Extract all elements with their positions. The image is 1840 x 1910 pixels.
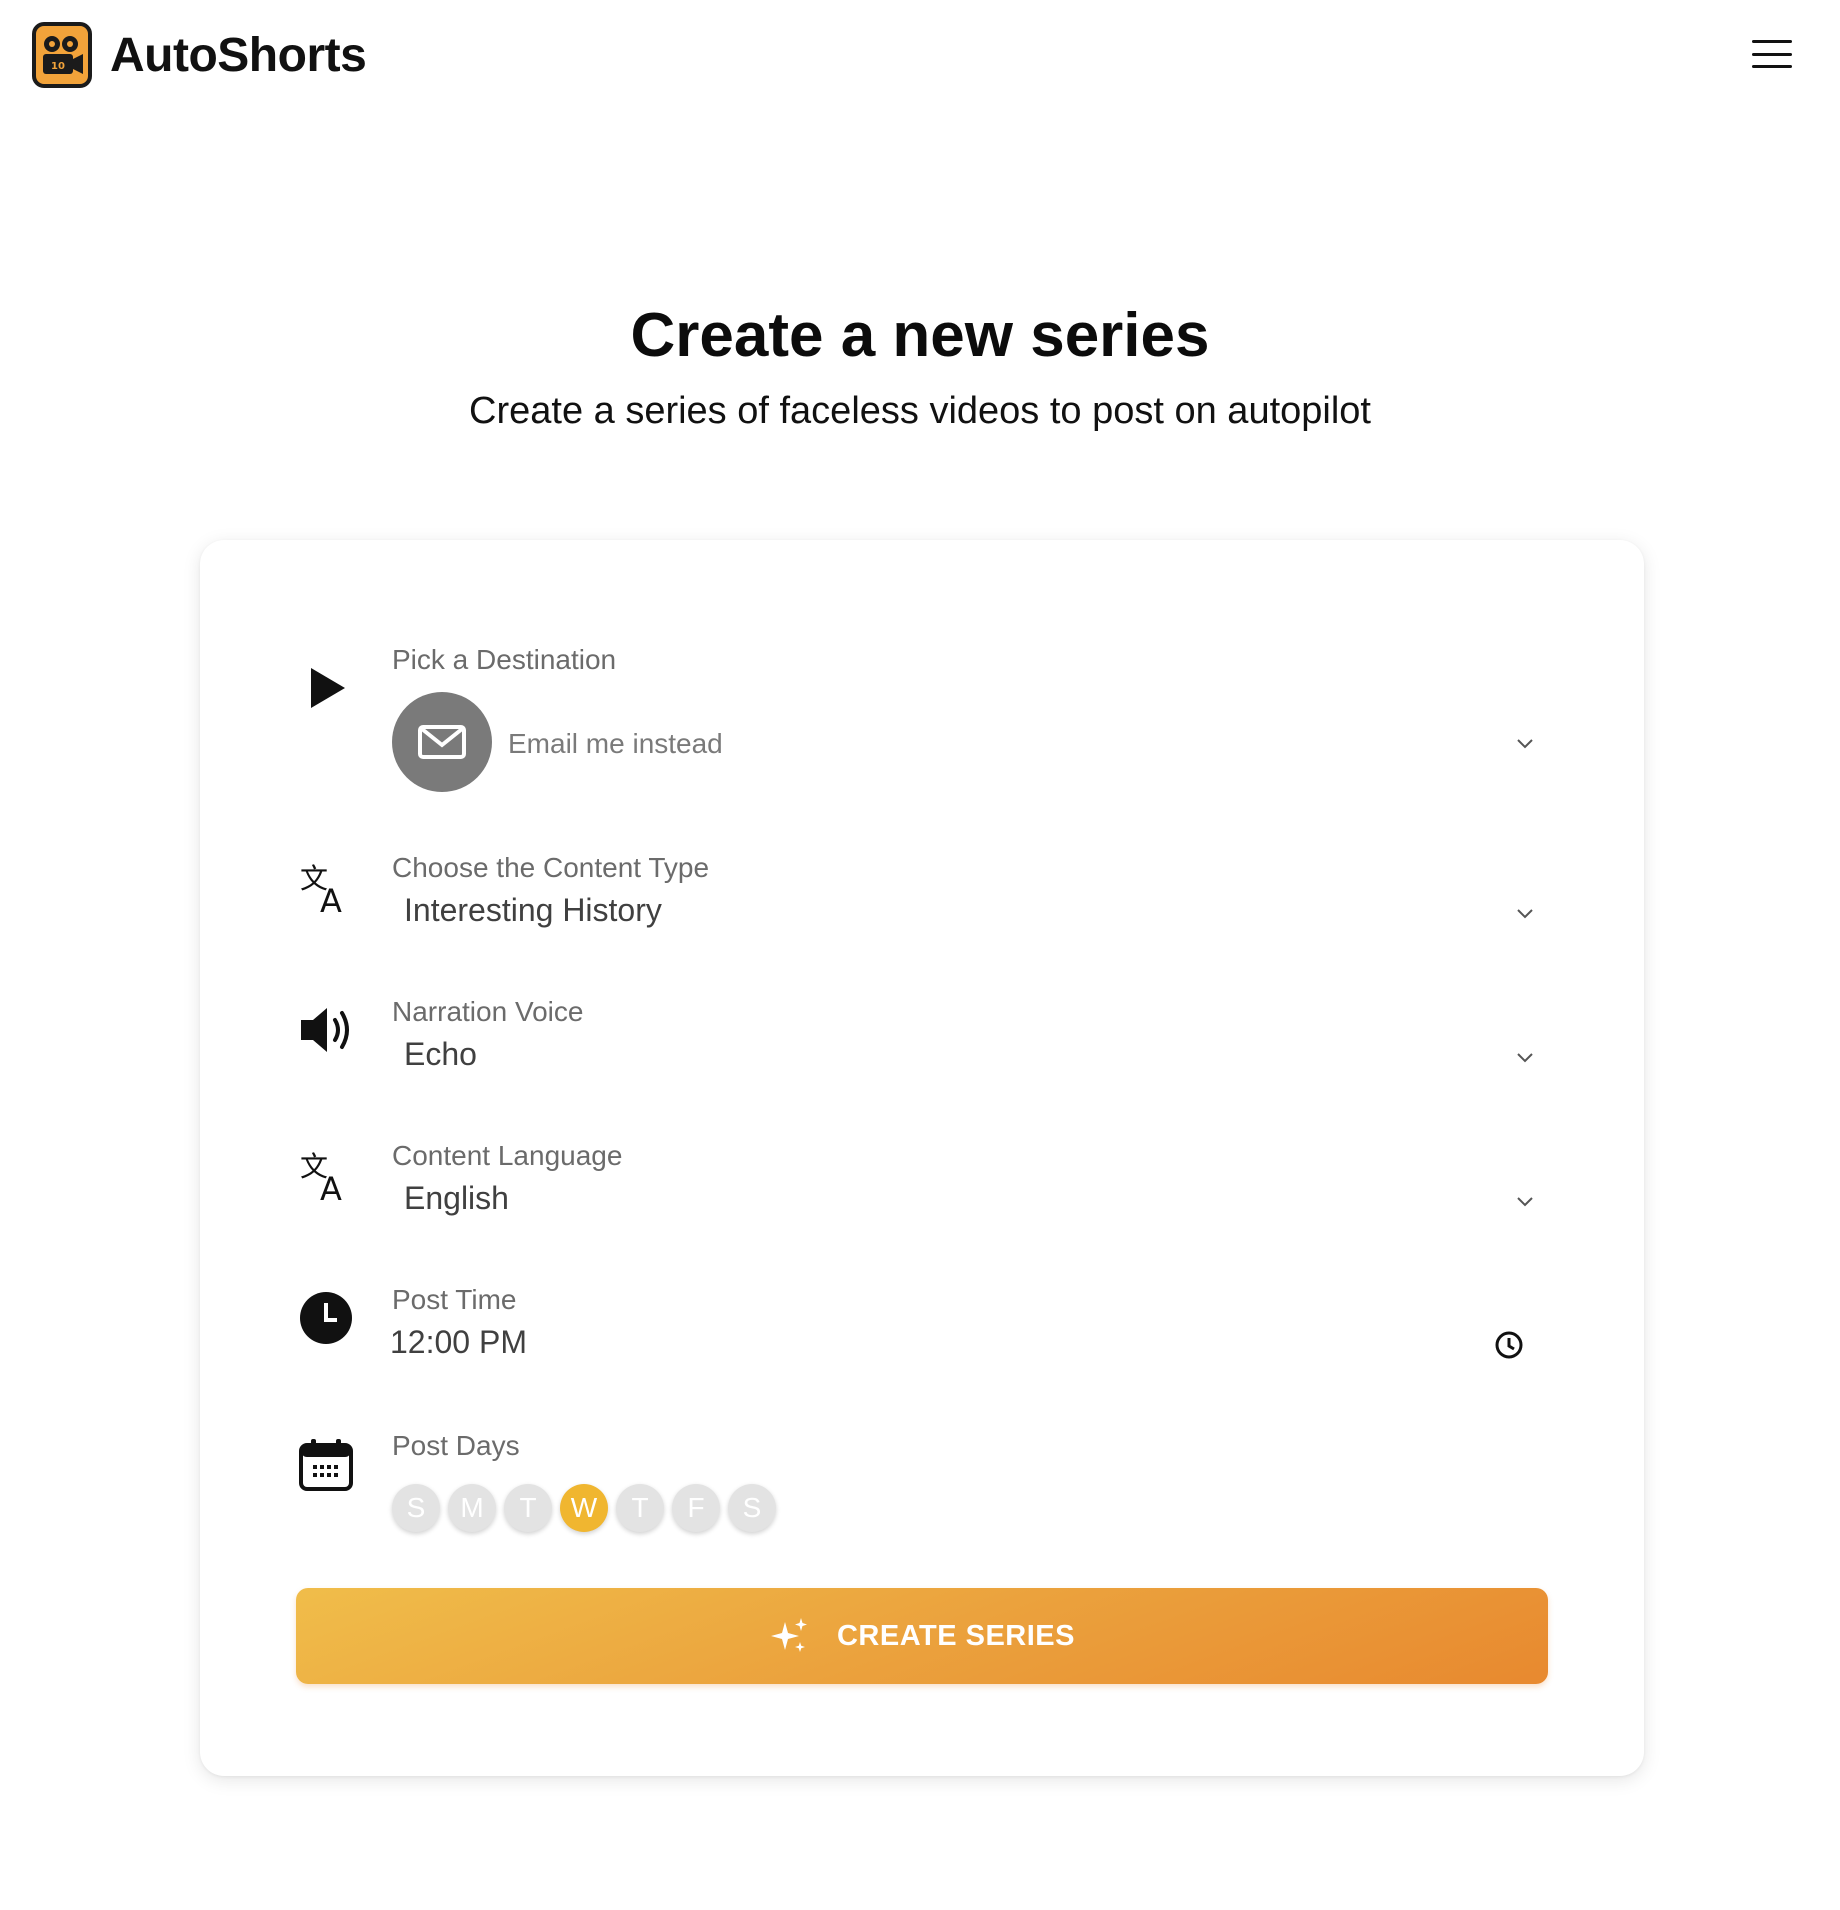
mail-icon bbox=[418, 725, 466, 759]
translate-icon: 文 A bbox=[296, 856, 356, 916]
page-subtitle: Create a series of faceless videos to po… bbox=[469, 390, 1371, 432]
content-language-label: Content Language bbox=[392, 1140, 623, 1171]
content-language-value: English bbox=[404, 1180, 509, 1216]
post-days-label: Post Days bbox=[392, 1430, 520, 1461]
sparkles-icon bbox=[770, 1618, 807, 1652]
day-toggle-saturday[interactable]: S bbox=[728, 1484, 776, 1532]
logo-film-camera-icon: 10 bbox=[32, 22, 92, 88]
day-toggle-friday[interactable]: F bbox=[672, 1484, 720, 1532]
narration-voice-value: Echo bbox=[404, 1036, 477, 1072]
time-picker-clock-icon[interactable] bbox=[1494, 1330, 1524, 1360]
speaker-icon bbox=[296, 1000, 356, 1060]
post-time-value[interactable]: 12:00 PM bbox=[390, 1324, 527, 1361]
day-toggle-monday[interactable]: M bbox=[448, 1484, 496, 1532]
day-toggle-wednesday[interactable]: W bbox=[560, 1484, 608, 1532]
narration-voice-field[interactable]: Narration Voice Echo bbox=[296, 996, 1548, 1086]
translate-icon: 文 A bbox=[296, 1144, 356, 1204]
clock-icon bbox=[296, 1288, 356, 1348]
email-destination-avatar bbox=[392, 692, 492, 792]
chevron-down-icon[interactable] bbox=[1514, 732, 1536, 754]
svg-text:A: A bbox=[320, 882, 342, 914]
chevron-down-icon[interactable] bbox=[1514, 902, 1536, 924]
post-days-selector: S M T W T F S bbox=[392, 1484, 776, 1532]
brand[interactable]: 10 AutoShorts bbox=[32, 22, 367, 88]
destination-label: Pick a Destination bbox=[392, 644, 617, 675]
day-toggle-tuesday[interactable]: T bbox=[504, 1484, 552, 1532]
create-series-card: Pick a Destination Email me instead 文 A … bbox=[200, 540, 1644, 1776]
post-time-label: Post Time bbox=[392, 1284, 517, 1315]
svg-text:A: A bbox=[320, 1170, 342, 1202]
content-type-label: Choose the Content Type bbox=[392, 852, 710, 883]
content-type-value: Interesting History bbox=[404, 892, 662, 928]
destination-value: Email me instead bbox=[508, 728, 723, 759]
destination-field[interactable]: Pick a Destination Email me instead bbox=[296, 644, 1548, 804]
post-time-field[interactable]: Post Time 12:00 PM bbox=[296, 1284, 1548, 1374]
menu-icon[interactable] bbox=[1752, 40, 1792, 68]
create-series-label: CREATE SERIES bbox=[836, 1619, 1075, 1652]
narration-voice-label: Narration Voice bbox=[392, 996, 584, 1027]
day-toggle-thursday[interactable]: T bbox=[616, 1484, 664, 1532]
content-language-field[interactable]: 文 A Content Language English bbox=[296, 1140, 1548, 1230]
day-toggle-sunday[interactable]: S bbox=[392, 1484, 440, 1532]
create-series-button[interactable]: CREATE SERIES bbox=[296, 1588, 1548, 1684]
post-days-field: Post Days S M T W T F S bbox=[296, 1430, 1548, 1540]
chevron-down-icon[interactable] bbox=[1514, 1046, 1536, 1068]
svg-text:10: 10 bbox=[51, 61, 65, 72]
page: 10 AutoShorts Create a new series Create… bbox=[0, 0, 1840, 1910]
page-title: Create a new series bbox=[630, 301, 1210, 370]
calendar-icon bbox=[296, 1434, 356, 1494]
brand-name: AutoShorts bbox=[110, 28, 367, 82]
play-icon bbox=[296, 658, 356, 718]
chevron-down-icon[interactable] bbox=[1514, 1190, 1536, 1212]
header: 10 AutoShorts bbox=[0, 0, 1840, 110]
content-type-field[interactable]: 文 A Choose the Content Type Interesting … bbox=[296, 852, 1548, 942]
